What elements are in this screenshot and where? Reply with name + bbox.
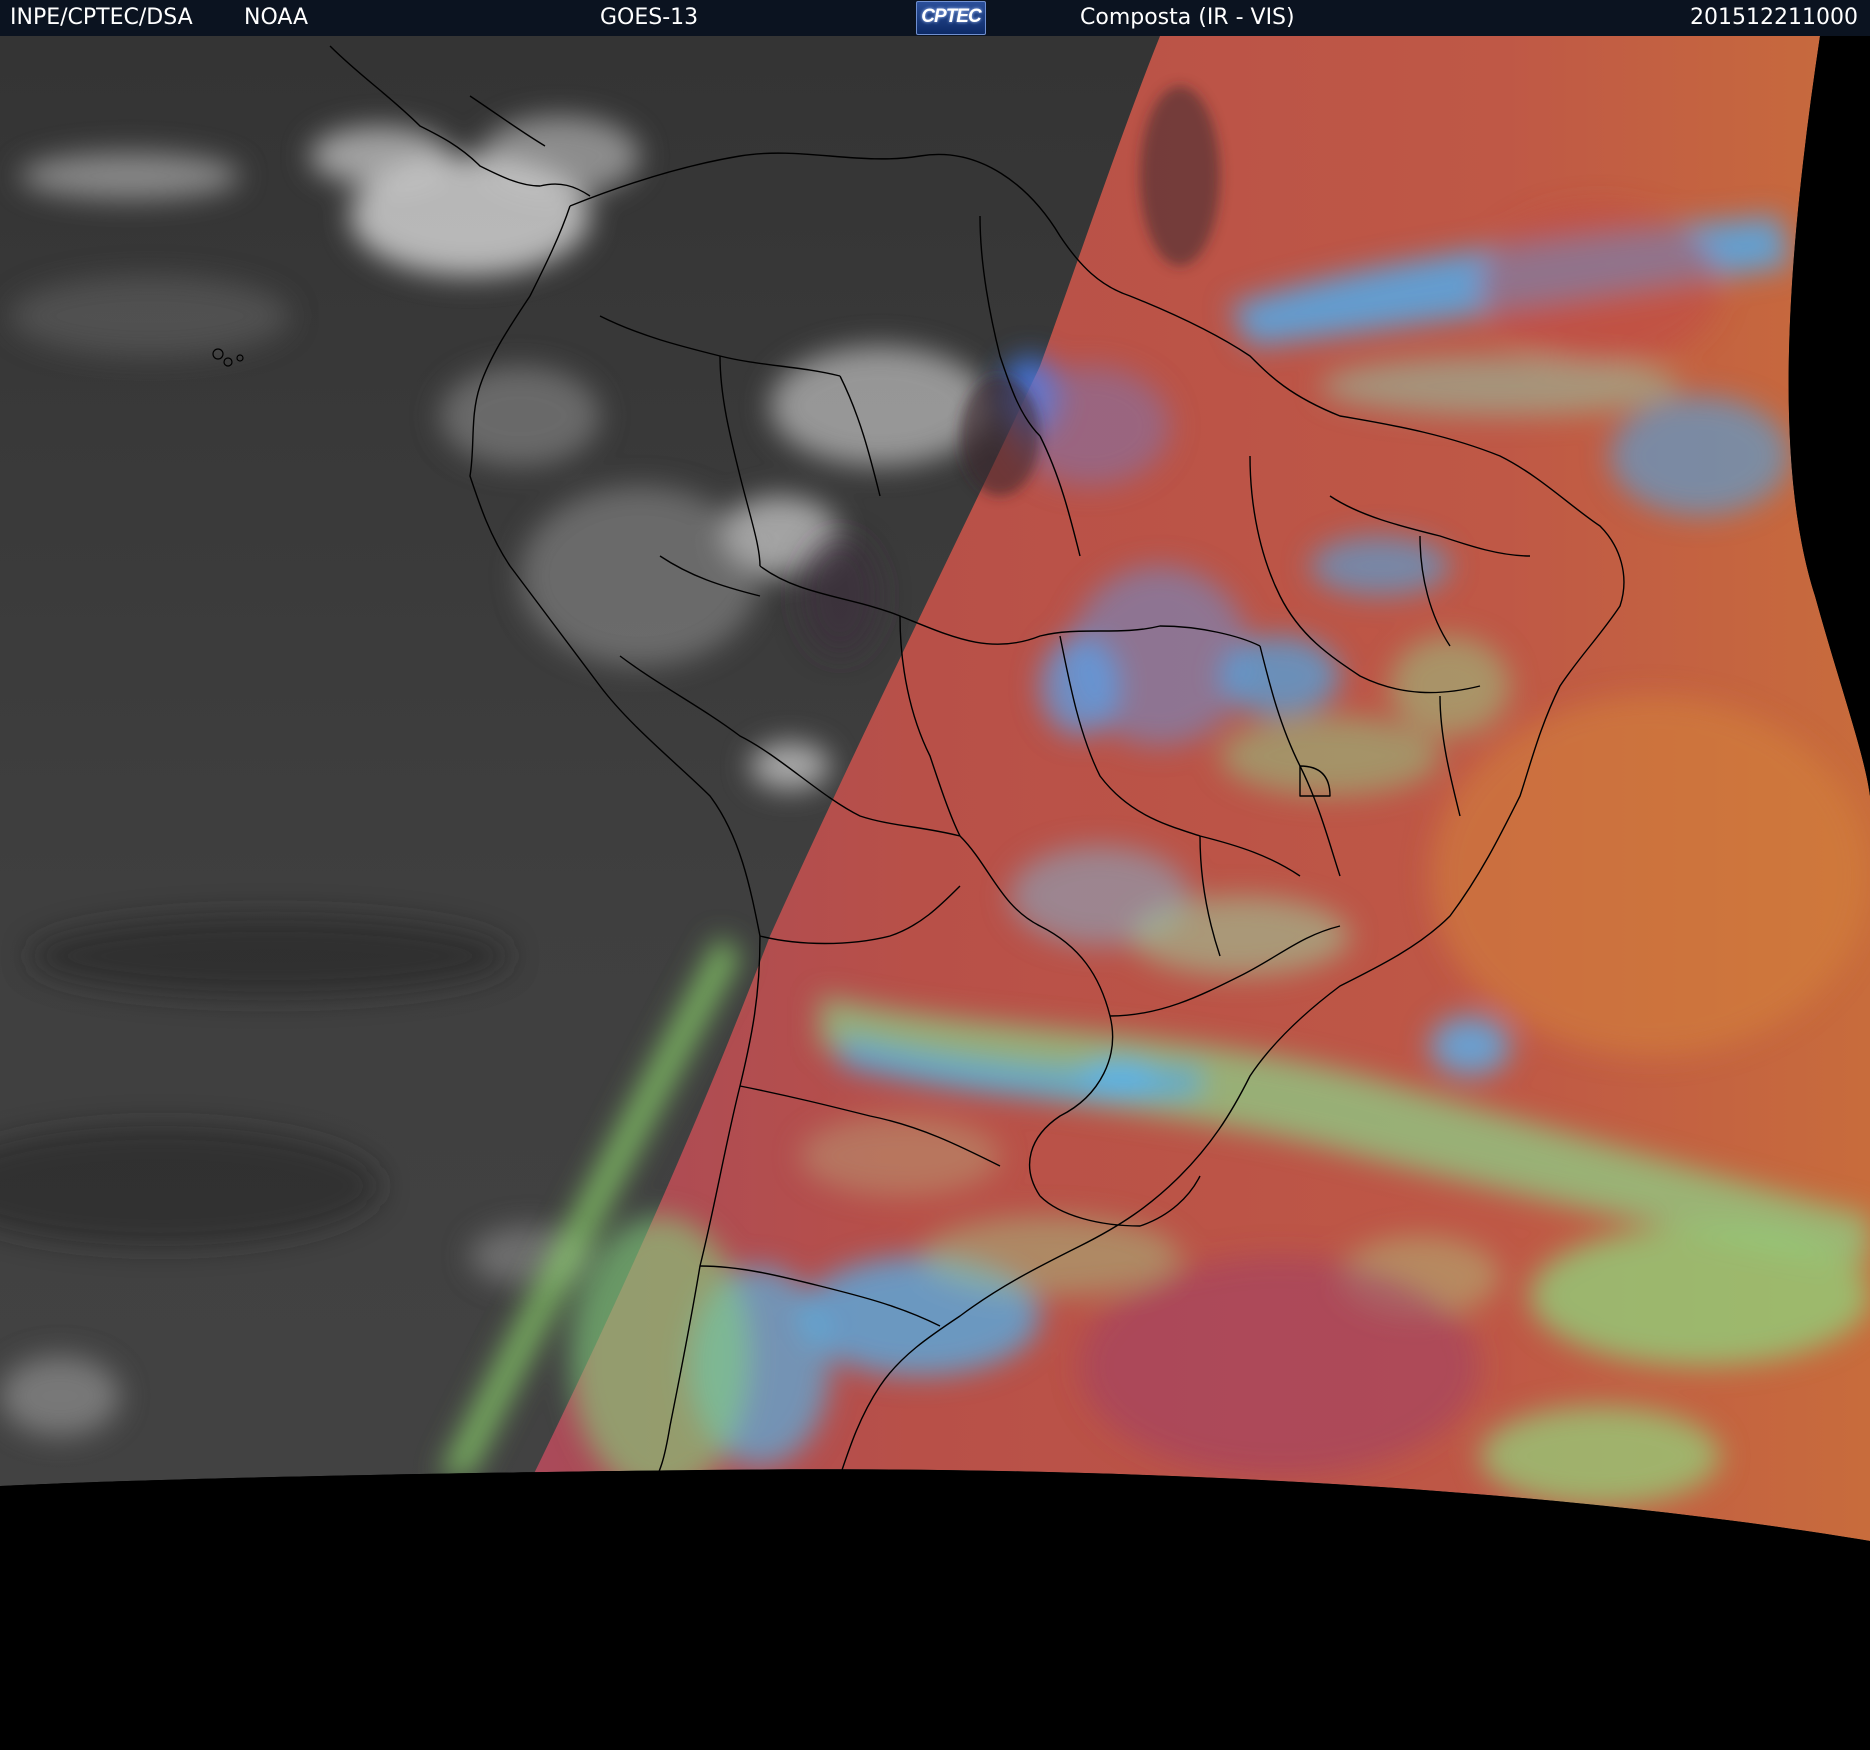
satellite-composite-map (0, 36, 1870, 1750)
satellite-label: GOES-13 (600, 5, 699, 30)
agency-label: INPE/CPTEC/DSA (10, 5, 193, 30)
product-label: Composta (IR - VIS) (1080, 5, 1295, 30)
partner-label: NOAA (244, 5, 309, 30)
timestamp-label: 201512211000 (1690, 5, 1858, 30)
cptec-logo: CPTEC (916, 1, 986, 35)
image-header-bar: INPE/CPTEC/DSA NOAA GOES-13 CPTEC Compos… (0, 0, 1870, 36)
space-background (0, 1469, 1870, 1750)
